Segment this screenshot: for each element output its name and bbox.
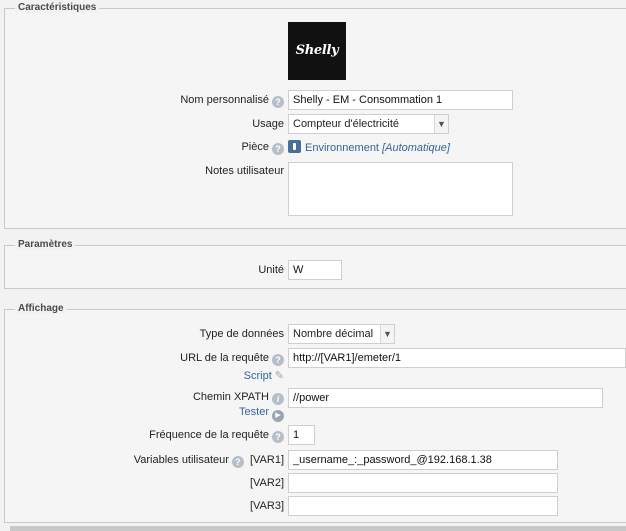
room-auto-label: [Automatique] — [382, 142, 450, 154]
room-link[interactable]: Environnement — [305, 142, 379, 154]
notes-textarea[interactable] — [288, 162, 513, 216]
xpath-label: Chemin XPATH i — [193, 391, 284, 405]
shelly-logo: Shelly — [288, 22, 346, 80]
var1-label: [VAR1] — [249, 454, 284, 466]
custom-name-input[interactable]: Shelly - EM - Consommation 1 — [288, 90, 513, 110]
info-icon[interactable]: i — [272, 393, 284, 405]
help-icon[interactable]: ? — [272, 354, 284, 366]
data-type-select-value: Nombre décimal — [293, 328, 374, 340]
help-icon[interactable]: ? — [272, 431, 284, 443]
usage-select-value: Compteur d'électricité — [293, 118, 400, 130]
help-icon[interactable]: ? — [272, 143, 284, 155]
data-type-select[interactable]: Nombre décimal ▼ — [288, 324, 395, 344]
var2-label: [VAR2] — [249, 477, 284, 489]
bottom-divider — [10, 526, 626, 531]
room-value[interactable]: Environnement [Automatique] — [288, 140, 450, 154]
room-icon — [288, 140, 301, 153]
script-link[interactable]: Script ✎ — [244, 369, 284, 382]
var2-input[interactable] — [288, 473, 558, 493]
parameters-legend: Paramètres — [15, 239, 76, 250]
url-input[interactable]: http://[VAR1]/emeter/1 — [288, 348, 626, 368]
characteristics-legend: Caractéristiques — [15, 2, 100, 13]
xpath-input[interactable]: //power — [288, 388, 603, 408]
usage-select[interactable]: Compteur d'électricité ▼ — [288, 114, 449, 134]
custom-name-label: Nom personnalisé? — [180, 94, 284, 108]
help-icon[interactable]: ? — [272, 96, 284, 108]
var1-input[interactable]: _username_:_password_@192.168.1.38 — [288, 450, 558, 470]
url-label: URL de la requête? — [180, 352, 284, 366]
pencil-icon: ✎ — [274, 370, 284, 382]
data-type-label: Type de données — [199, 328, 284, 340]
frequency-input[interactable]: 1 — [288, 425, 315, 445]
var3-label: [VAR3] — [249, 500, 284, 512]
usage-label: Usage — [252, 118, 284, 130]
play-icon[interactable]: ▶ — [272, 410, 284, 422]
room-label: Pièce? — [241, 141, 284, 155]
var3-input[interactable] — [288, 496, 558, 516]
notes-label: Notes utilisateur — [205, 165, 284, 177]
help-icon[interactable]: ? — [231, 456, 244, 468]
unit-input[interactable]: W — [288, 260, 342, 280]
frequency-label: Fréquence de la requête? — [149, 429, 284, 443]
unit-label: Unité — [258, 264, 284, 276]
test-link[interactable]: Tester ▶ — [239, 406, 284, 422]
display-legend: Affichage — [15, 303, 67, 314]
chevron-down-icon: ▼ — [434, 115, 448, 133]
chevron-down-icon: ▼ — [380, 325, 394, 343]
variables-label: Variables utilisateur? [VAR1] — [133, 454, 284, 468]
